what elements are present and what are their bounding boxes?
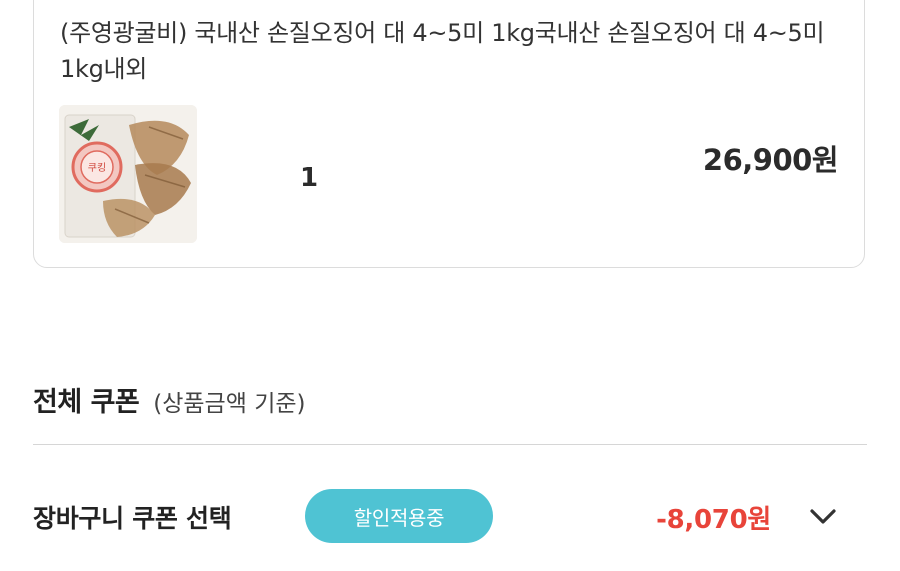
coupon-section-title: 전체 쿠폰 <box>33 387 140 418</box>
svg-text:쿠킹: 쿠킹 <box>88 162 106 174</box>
product-title[interactable]: (주영광굴비) 국내산 손질오징어 대 4~5미 1kg국내산 손질오징어 대 … <box>60 15 850 87</box>
product-thumbnail[interactable]: 쿠킹 <box>59 105 197 243</box>
section-divider <box>33 444 867 445</box>
discount-applied-badge: 할인적용중 <box>305 489 493 543</box>
coupon-section-subtitle: (상품금액 기준) <box>153 391 306 417</box>
coupon-discount-amount: -8,070원 <box>656 505 771 535</box>
product-quantity: 1 <box>300 163 319 193</box>
cart-coupon-label: 장바구니 쿠폰 선택 <box>33 504 232 533</box>
product-price: 26,900원 <box>702 143 839 177</box>
cart-coupon-select-row[interactable]: 장바구니 쿠폰 선택 할인적용중 -8,070원 <box>33 486 867 546</box>
cart-product-card: (주영광굴비) 국내산 손질오징어 대 4~5미 1kg국내산 손질오징어 대 … <box>33 0 865 268</box>
chevron-down-icon[interactable] <box>807 500 839 532</box>
coupon-section-header: 전체 쿠폰 (상품금액 기준) <box>33 380 305 419</box>
squid-product-image: 쿠킹 <box>59 105 197 243</box>
